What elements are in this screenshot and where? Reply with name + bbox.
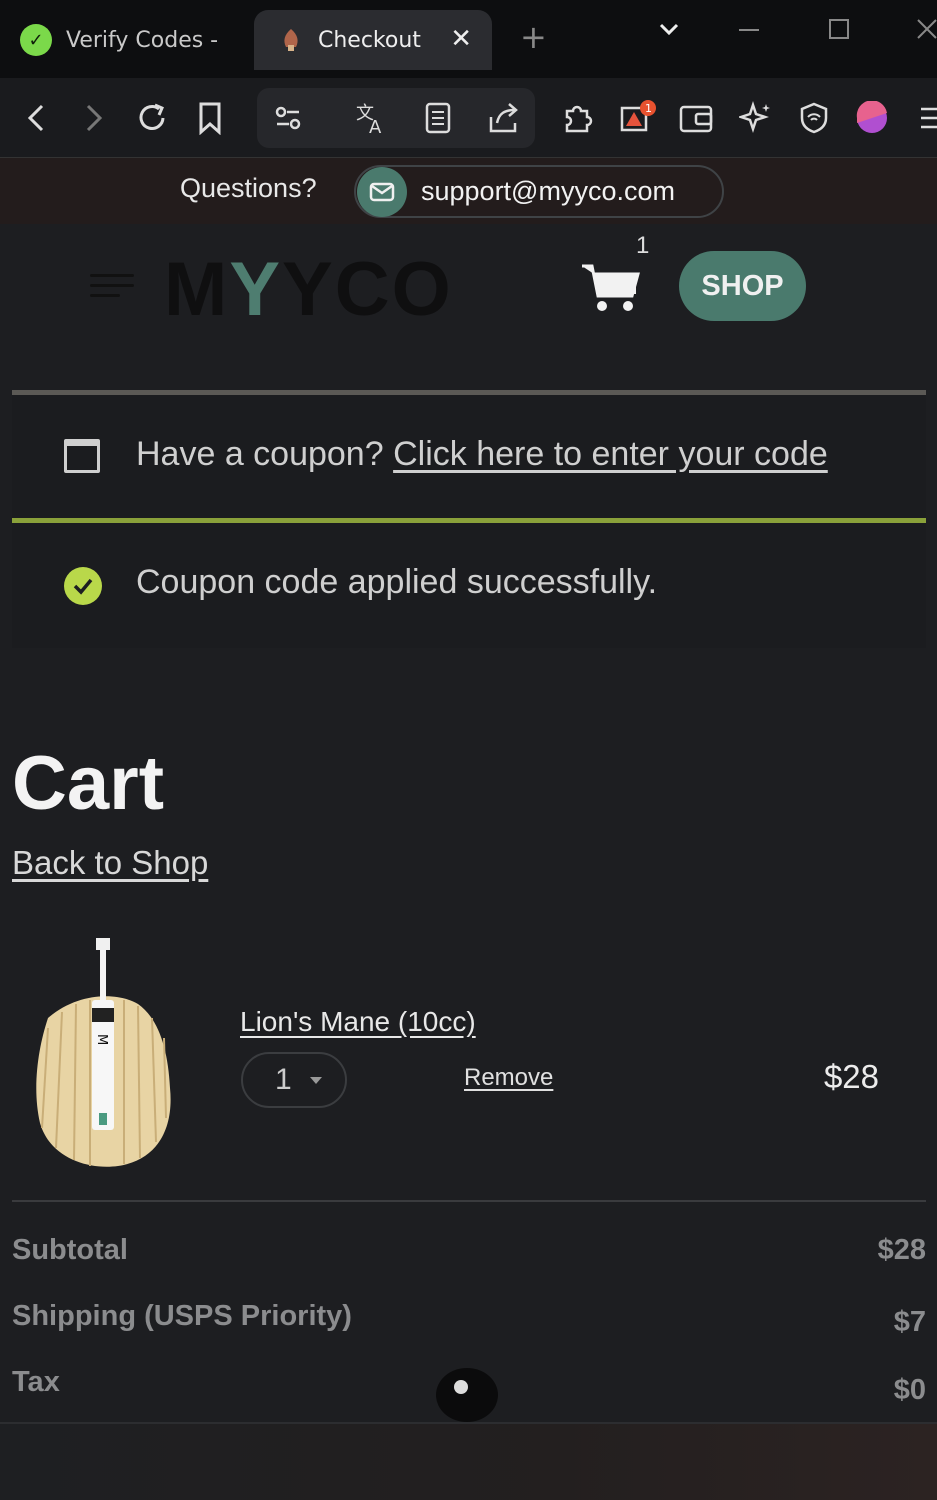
profile-avatar-icon[interactable] xyxy=(850,96,894,140)
myyco-logo[interactable]: MYYCO xyxy=(164,246,453,333)
coupon-notice: Have a coupon? Click here to enter your … xyxy=(12,395,926,520)
item-price: $28 xyxy=(823,1058,879,1095)
page-title: Cart xyxy=(12,741,165,826)
coupon-window-icon xyxy=(64,439,100,473)
tax-value: $0 xyxy=(893,1374,926,1406)
envelope-icon xyxy=(357,166,407,217)
subtotal-value: $28 xyxy=(877,1234,926,1266)
lions-mane-product-image[interactable]: M xyxy=(28,938,178,1170)
quantity-value: 1 xyxy=(275,1063,292,1096)
new-tab-button[interactable]: + xyxy=(520,18,547,56)
summary-divider xyxy=(12,1200,926,1202)
tab-list-chevron-icon[interactable] xyxy=(656,16,682,49)
checkout-content: Have a coupon? Click here to enter your … xyxy=(0,342,937,1424)
shipping-value: $7 xyxy=(893,1306,926,1338)
forward-arrow-icon[interactable] xyxy=(72,96,116,140)
tab-title: Checkout xyxy=(318,27,421,53)
extensions-puzzle-icon[interactable] xyxy=(556,96,600,140)
coupon-success-notice: Coupon code applied successfully. xyxy=(12,523,926,648)
share-icon[interactable] xyxy=(482,96,526,140)
scroll-indicator[interactable] xyxy=(436,1368,498,1422)
svg-text:A: A xyxy=(369,117,382,135)
ai-sparkle-icon[interactable] xyxy=(734,96,778,140)
maximize-window-icon[interactable] xyxy=(828,16,852,49)
tab-title: Verify Codes - xyxy=(66,27,219,53)
questions-label: Questions? xyxy=(180,173,317,203)
page-footer xyxy=(0,1424,937,1500)
browser-tab-bar: ✓ Verify Codes - Checkout ✕ + xyxy=(0,0,937,78)
enter-coupon-link[interactable]: Click here to enter your code xyxy=(393,435,828,473)
close-tab-icon[interactable]: ✕ xyxy=(450,24,472,54)
translate-icon[interactable]: 文A xyxy=(350,96,394,140)
coupon-prompt-text: Have a coupon? Click here to enter your … xyxy=(136,435,828,474)
coupon-prompt: Have a coupon? xyxy=(136,435,384,473)
vpn-shield-icon[interactable] xyxy=(792,96,836,140)
bookmark-icon[interactable] xyxy=(188,96,232,140)
site-controls-icon[interactable] xyxy=(266,96,310,140)
remove-item-link[interactable]: Remove xyxy=(464,1064,553,1092)
chevron-down-icon xyxy=(309,1076,322,1084)
brave-rewards-extension-icon[interactable]: 1 xyxy=(616,96,660,140)
reload-icon[interactable] xyxy=(130,96,174,140)
shop-button[interactable]: SHOP xyxy=(679,251,806,321)
site-header: MYYCO 1 SHOP xyxy=(0,224,937,342)
subtotal-label: Subtotal xyxy=(12,1234,128,1266)
support-bar: Questions? support@myyco.com xyxy=(0,158,937,224)
shipping-label: Shipping (USPS Priority) xyxy=(12,1300,352,1332)
support-email-link[interactable]: support@myyco.com xyxy=(354,165,724,218)
product-name-link[interactable]: Lion's Mane (10cc) xyxy=(240,1006,476,1038)
wallet-icon[interactable] xyxy=(674,96,718,140)
quantity-select[interactable]: 1 xyxy=(241,1052,347,1108)
verify-codes-favicon-icon: ✓ xyxy=(20,24,52,56)
check-circle-icon xyxy=(64,567,102,605)
cart-count-badge: 1 xyxy=(636,232,650,259)
support-email-text: support@myyco.com xyxy=(421,176,675,206)
browser-toolbar: 文A 1 xyxy=(0,78,937,158)
shopping-cart-icon[interactable] xyxy=(580,260,640,314)
tab-verify-codes[interactable]: ✓ Verify Codes - xyxy=(20,10,240,70)
close-window-icon[interactable] xyxy=(914,16,937,49)
syringe-label: M xyxy=(94,1034,109,1045)
reader-mode-icon[interactable] xyxy=(416,96,460,140)
svg-text:1: 1 xyxy=(645,102,652,115)
coupon-success-message: Coupon code applied successfully. xyxy=(136,563,658,601)
back-to-shop-link[interactable]: Back to Shop xyxy=(12,844,208,882)
mushroom-favicon-icon xyxy=(284,29,298,51)
hamburger-menu-icon[interactable] xyxy=(90,274,134,304)
menu-hamburger-icon[interactable] xyxy=(904,96,937,140)
tab-checkout[interactable]: Checkout ✕ xyxy=(254,10,492,70)
tax-label: Tax xyxy=(12,1366,60,1398)
minimize-window-icon[interactable] xyxy=(738,16,760,49)
back-arrow-icon[interactable] xyxy=(14,96,58,140)
